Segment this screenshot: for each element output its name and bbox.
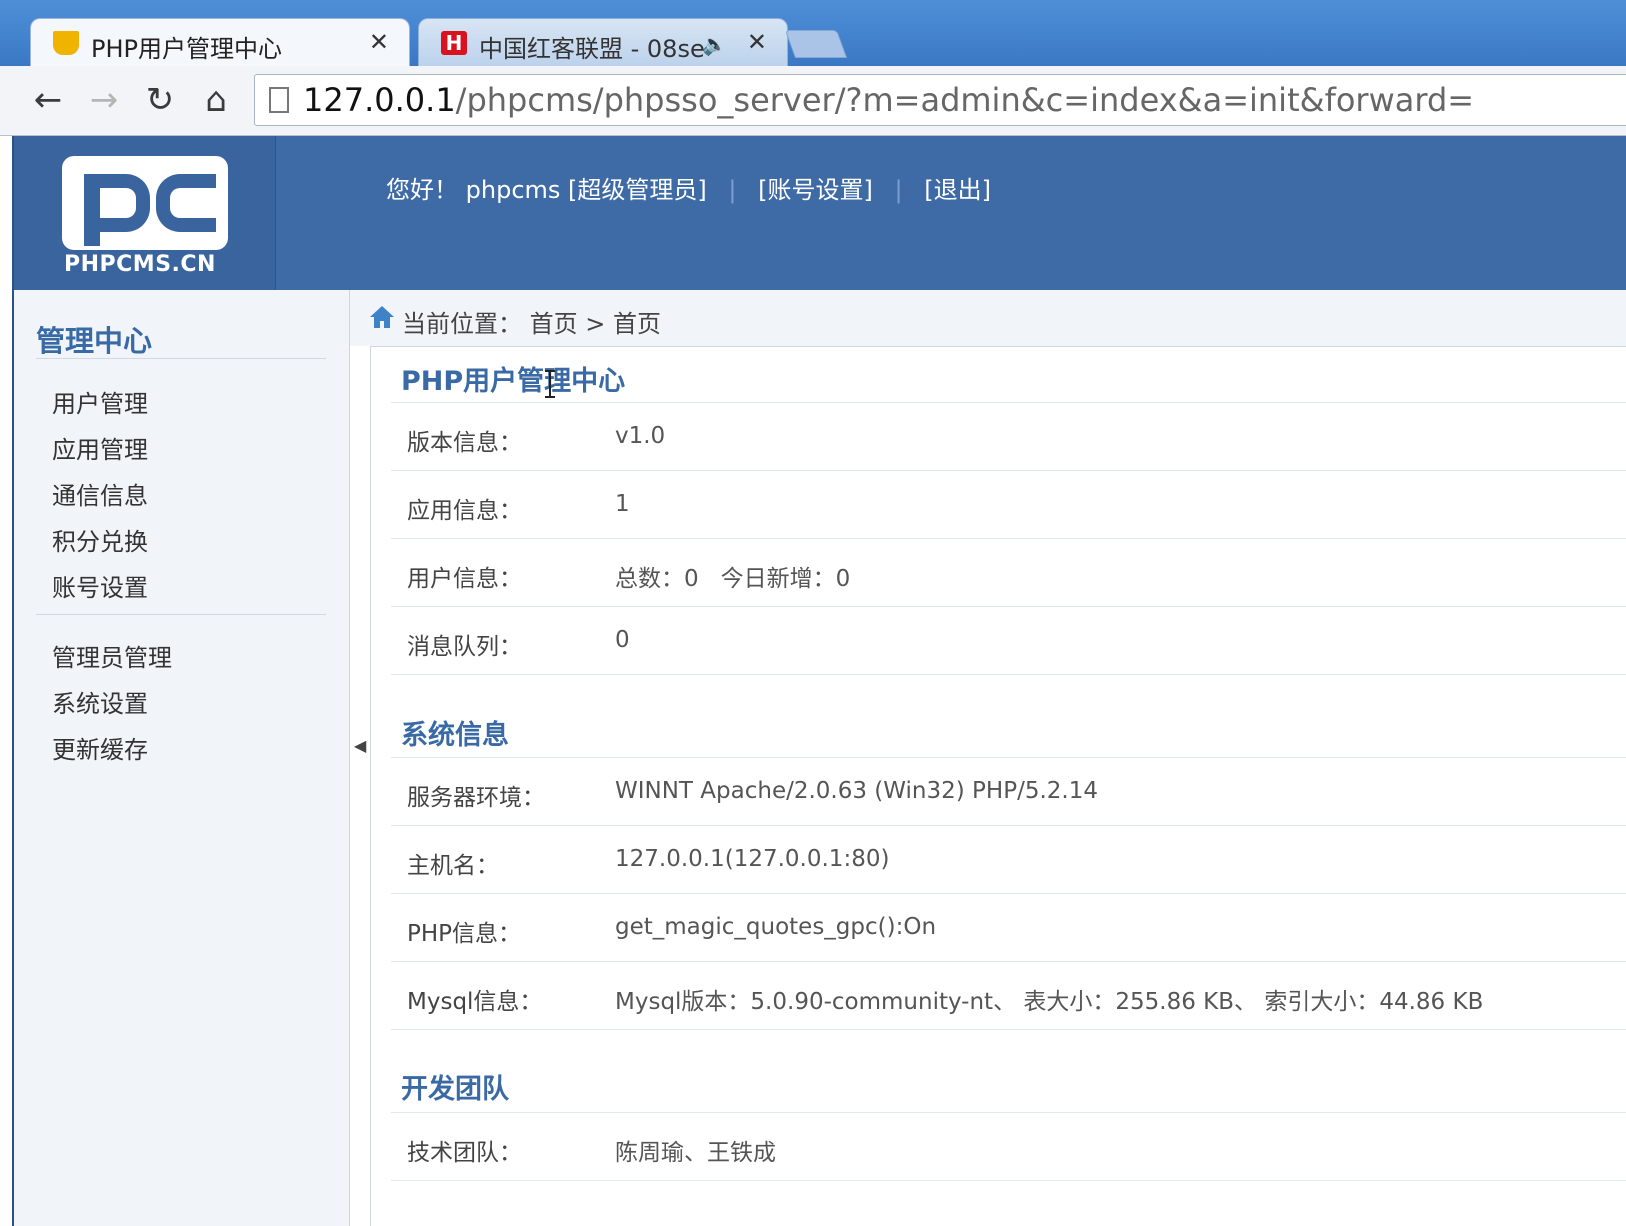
row-label: 用户信息： <box>407 566 522 592</box>
row-value: 0 <box>615 627 630 653</box>
logo-text: PHPCMS.CN <box>64 252 216 277</box>
sidebar-item-user-management[interactable]: 用户管理 <box>52 384 148 419</box>
info-row: 主机名： 127.0.0.1(127.0.0.1:80) <box>391 825 1626 893</box>
url-text[interactable]: 127.0.0.1/phpcms/phpsso_server/?m=admin&… <box>303 81 1474 119</box>
section-title: 开发团队 <box>401 1074 509 1105</box>
h-logo-icon: H <box>441 31 467 55</box>
sidebar: 管理中心 用户管理 应用管理 通信信息 积分兑换 账号设置 管理员管理 系统设置… <box>12 290 350 1226</box>
info-row: 服务器环境： WINNT Apache/2.0.63 (Win32) PHP/5… <box>391 757 1626 825</box>
sidebar-item-communication[interactable]: 通信信息 <box>52 476 148 511</box>
sidebar-item-points-exchange[interactable]: 积分兑换 <box>52 522 148 557</box>
row-label: 主机名： <box>407 853 499 879</box>
sidebar-item-system-settings[interactable]: 系统设置 <box>52 684 148 719</box>
row-value: 总数：0 今日新增：0 <box>615 566 851 592</box>
sidebar-title: 管理中心 <box>36 324 153 358</box>
tab-title: 中国红客联盟 - 08sec安 <box>479 35 709 63</box>
info-row: Mysql信息： Mysql版本：5.0.90-community-nt、 表大… <box>391 961 1626 1029</box>
section-title: 系统信息 <box>401 720 509 751</box>
sidebar-item-account-settings[interactable]: 账号设置 <box>52 568 148 603</box>
address-bar[interactable]: 127.0.0.1/phpcms/phpsso_server/?m=admin&… <box>254 74 1626 126</box>
row-value: v1.0 <box>615 423 666 449</box>
breadcrumb-text: 当前位置： 首页 > 首页 <box>402 310 661 338</box>
row-value: 1 <box>615 491 630 517</box>
section-title: PHP用户管理中心 <box>401 366 626 397</box>
browser-tab-strip: PHP用户管理中心 ✕ H 中国红客联盟 - 08sec安 🔈 ✕ <box>0 0 1626 66</box>
text-cursor-icon <box>545 370 555 398</box>
row-label: 应用信息： <box>407 498 522 524</box>
speaker-icon: 🔈 <box>702 32 727 56</box>
account-settings-link[interactable]: [账号设置] <box>758 176 873 204</box>
back-arrow-icon[interactable]: ← <box>28 80 68 120</box>
home-icon[interactable]: ⌂ <box>196 80 236 120</box>
row-label: 消息队列： <box>407 634 522 660</box>
row-value: 127.0.0.1(127.0.0.1:80) <box>615 846 890 872</box>
collapse-sidebar-icon[interactable]: ◀ <box>354 736 368 756</box>
sidebar-item-app-management[interactable]: 应用管理 <box>52 430 148 465</box>
page-icon <box>269 87 289 113</box>
row-value: WINNT Apache/2.0.63 (Win32) PHP/5.2.14 <box>615 778 1098 804</box>
forward-arrow-icon[interactable]: → <box>84 80 124 120</box>
new-tab-button[interactable] <box>784 30 848 58</box>
browser-toolbar: ← → ↻ ⌂ 127.0.0.1/phpcms/phpsso_server/?… <box>0 66 1626 136</box>
divider: | <box>728 176 737 204</box>
divider <box>391 1029 1626 1030</box>
main-content: PHP用户管理中心 版本信息： v1.0 应用信息： 1 用户信息： 总数：0 … <box>370 346 1626 1226</box>
row-label: Mysql信息： <box>407 989 543 1015</box>
divider <box>391 674 1626 675</box>
row-value: 陈周瑜、王铁成 <box>615 1140 776 1166</box>
browser-tab-inactive[interactable]: H 中国红客联盟 - 08sec安 🔈 ✕ <box>418 18 788 66</box>
browser-tab-active[interactable]: PHP用户管理中心 ✕ <box>30 18 410 66</box>
info-row: 技术团队： 陈周瑜、王铁成 <box>391 1112 1626 1180</box>
row-label: 服务器环境： <box>407 785 545 811</box>
phpcms-logo-icon[interactable] <box>62 156 228 250</box>
sidebar-item-update-cache[interactable]: 更新缓存 <box>52 730 148 765</box>
username: phpcms [超级管理员] <box>465 176 707 204</box>
row-label: 版本信息： <box>407 430 522 456</box>
greeting: 您好！ <box>386 176 458 204</box>
url-host: 127.0.0.1 <box>303 81 456 119</box>
logo-panel: PHPCMS.CN <box>14 136 276 290</box>
info-row: PHP信息： get_magic_quotes_gpc():On <box>391 893 1626 961</box>
trophy-icon <box>53 31 79 55</box>
user-bar: 您好！ phpcms [超级管理员] | [账号设置] | [退出] <box>386 170 991 205</box>
divider <box>36 358 326 359</box>
info-row: 应用信息： 1 <box>391 470 1626 538</box>
info-row: 消息队列： 0 <box>391 606 1626 674</box>
url-path: /phpcms/phpsso_server/?m=admin&c=index&a… <box>455 81 1475 119</box>
row-label: PHP信息： <box>407 921 522 947</box>
close-icon[interactable]: ✕ <box>747 28 767 56</box>
logout-link[interactable]: [退出] <box>924 176 991 204</box>
row-value: get_magic_quotes_gpc():On <box>615 914 937 940</box>
row-value: Mysql版本：5.0.90-community-nt、 表大小：255.86 … <box>615 989 1484 1015</box>
home-icon <box>370 306 394 328</box>
tab-title: PHP用户管理中心 <box>91 35 282 63</box>
divider <box>391 1180 1626 1181</box>
divider <box>36 614 326 615</box>
divider: | <box>894 176 903 204</box>
info-row: 版本信息： v1.0 <box>391 402 1626 470</box>
info-row: 用户信息： 总数：0 今日新增：0 <box>391 538 1626 606</box>
breadcrumb: 当前位置： 首页 > 首页 <box>350 290 1626 346</box>
sidebar-item-admin-management[interactable]: 管理员管理 <box>52 638 172 673</box>
reload-icon[interactable]: ↻ <box>140 80 180 120</box>
close-icon[interactable]: ✕ <box>369 28 389 56</box>
row-label: 技术团队： <box>407 1140 522 1166</box>
site-header: PHPCMS.CN 您好！ phpcms [超级管理员] | [账号设置] | … <box>12 136 1626 290</box>
